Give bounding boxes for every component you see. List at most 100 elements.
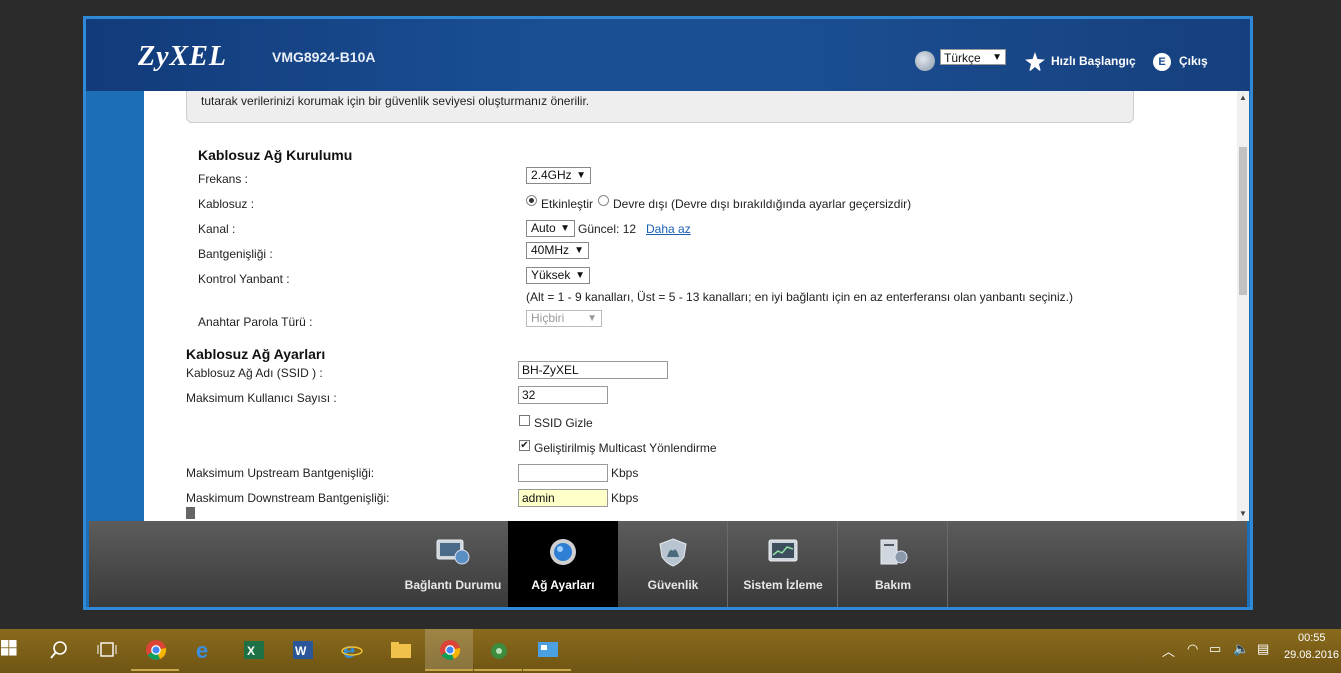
gear-globe-icon xyxy=(550,539,576,565)
dropdown-arrow-icon: ▼ xyxy=(587,313,597,324)
notice-text: tutarak verilerinizi korumak için bir gü… xyxy=(201,94,590,108)
document-icon[interactable] xyxy=(186,507,195,519)
volume-icon[interactable]: 🔈 xyxy=(1233,641,1249,657)
content-scrollbar[interactable]: ▲ ▼ xyxy=(1237,91,1249,521)
upstream-unit: Kbps xyxy=(611,466,639,480)
search-icon xyxy=(50,641,67,659)
chrome-icon xyxy=(440,640,461,660)
control-panel-icon xyxy=(538,642,558,657)
channel-value: Auto xyxy=(531,221,556,235)
content-panel: tutarak verilerinizi korumak için bir gü… xyxy=(144,91,1237,521)
dropdown-arrow-icon: ▼ xyxy=(575,270,585,281)
nav-security[interactable]: Güvenlik xyxy=(618,521,728,607)
internet-explorer-icon: e xyxy=(341,639,363,661)
scroll-up-arrow-icon[interactable]: ▲ xyxy=(1237,91,1249,105)
router-window: ZyXEL VMG8924-B10A Türkçe ▼ Hızlı Başlan… xyxy=(83,16,1253,610)
search-button[interactable] xyxy=(34,629,82,669)
multicast-checkbox[interactable]: ✔ xyxy=(519,440,530,451)
bandwidth-select[interactable]: 40MHz ▼ xyxy=(526,242,589,259)
nav-divider xyxy=(947,521,948,607)
logout-icon[interactable]: E xyxy=(1153,53,1171,71)
channel-label: Kanal : xyxy=(198,222,236,236)
nav-network-settings[interactable]: Ağ Ayarları xyxy=(508,521,618,607)
dropdown-arrow-icon: ▼ xyxy=(576,170,586,181)
edge-icon: e xyxy=(196,639,208,661)
chrome-icon xyxy=(146,640,167,660)
max-users-input[interactable]: 32 xyxy=(518,386,608,404)
nav-label: Ağ Ayarları xyxy=(531,578,595,592)
chevron-up-icon[interactable]: ︿ xyxy=(1162,641,1175,660)
language-value: Türkçe xyxy=(944,51,981,65)
folder-icon xyxy=(391,642,411,658)
downstream-label: Maskimum Downstream Bantgenişliği: xyxy=(186,491,390,505)
dropdown-arrow-icon: ▼ xyxy=(574,245,584,256)
wifi-icon[interactable]: ◠ xyxy=(1187,641,1198,657)
quick-start-link[interactable]: Hızlı Başlangıç xyxy=(1051,54,1136,68)
taskbar-excel[interactable]: X xyxy=(229,629,277,669)
taskbar-internet-explorer[interactable]: e xyxy=(327,629,375,669)
scroll-down-arrow-icon[interactable]: ▼ xyxy=(1237,507,1249,521)
taskbar-app-blue[interactable] xyxy=(523,629,571,671)
quick-start-icon[interactable] xyxy=(1025,52,1045,72)
key-type-select[interactable]: Hiçbiri ▼ xyxy=(526,310,602,327)
current-channel: Güncel: 12 xyxy=(578,222,637,236)
windows-taskbar: e X W e ︿ ◠ ▭ 🔈 ▤ 00:55 29.08.2016 xyxy=(0,629,1341,673)
battery-icon[interactable]: ▭ xyxy=(1209,641,1221,657)
logout-link[interactable]: Çıkış xyxy=(1179,54,1208,68)
dropdown-arrow-icon: ▼ xyxy=(992,52,1002,63)
multicast-label: Geliştirilmiş Multicast Yönlendirme xyxy=(534,441,717,455)
frequency-value: 2.4GHz xyxy=(531,168,572,182)
sideband-value: Yüksek xyxy=(531,268,571,282)
nav-label: Bakım xyxy=(874,578,912,592)
svg-text:e: e xyxy=(343,639,355,661)
sideband-select[interactable]: Yüksek ▼ xyxy=(526,267,590,284)
svg-text:W: W xyxy=(295,644,307,658)
task-view-icon xyxy=(97,642,117,657)
key-type-label: Anahtar Parola Türü : xyxy=(198,315,313,329)
upstream-label: Maksimum Upstream Bantgenişliği: xyxy=(186,466,375,480)
sideband-label: Kontrol Yanbant : xyxy=(198,272,290,286)
frequency-select[interactable]: 2.4GHz ▼ xyxy=(526,167,591,184)
clock-date[interactable]: 29.08.2016 xyxy=(1284,649,1339,661)
taskbar-word[interactable]: W xyxy=(278,629,326,669)
hide-ssid-label: SSID Gizle xyxy=(534,416,593,430)
wireless-enable-radio[interactable] xyxy=(526,195,537,206)
dropdown-arrow-icon: ▼ xyxy=(560,223,570,234)
wireless-label: Kablosuz : xyxy=(198,197,255,211)
nav-label: Güvenlik xyxy=(647,578,699,592)
network-app-icon xyxy=(491,643,507,659)
scroll-thumb[interactable] xyxy=(1239,147,1247,295)
wireless-disable-label: Devre dışı (Devre dışı bırakıldığında ay… xyxy=(613,197,912,211)
nav-system-monitor[interactable]: Sistem İzleme xyxy=(728,521,838,607)
wireless-settings-title: Kablosuz Ağ Ayarları xyxy=(186,346,326,362)
channel-select[interactable]: Auto ▼ xyxy=(526,220,575,237)
model-name: VMG8924-B10A xyxy=(272,49,376,65)
sideband-hint: (Alt = 1 - 9 kanalları, Üst = 5 - 13 kan… xyxy=(526,290,1073,304)
language-select[interactable]: Türkçe ▼ xyxy=(940,49,1006,65)
wireless-disable-radio[interactable] xyxy=(598,195,609,206)
taskbar-edge[interactable]: e xyxy=(180,629,228,669)
upstream-input[interactable] xyxy=(518,464,608,482)
taskbar-chrome-active[interactable] xyxy=(425,629,473,671)
monitor-globe-icon xyxy=(436,539,470,565)
max-users-label: Maksimum Kullanıcı Sayısı : xyxy=(186,391,337,405)
wireless-setup-title: Kablosuz Ağ Kurulumu xyxy=(198,147,353,163)
taskbar-app-green[interactable] xyxy=(474,629,522,671)
word-icon: W xyxy=(293,641,313,659)
taskbar-chrome[interactable] xyxy=(131,629,179,671)
bottom-nav: Bağlantı Durumu Ağ Ayarları Güvenlik Sis… xyxy=(89,521,1247,607)
svg-text:e: e xyxy=(196,639,208,661)
nav-connection-status[interactable]: Bağlantı Durumu xyxy=(398,521,508,607)
ssid-label: Kablosuz Ağ Adı (SSID ) : xyxy=(186,366,323,380)
taskbar-file-explorer[interactable] xyxy=(376,629,424,669)
downstream-input[interactable]: admin xyxy=(518,489,608,507)
less-link[interactable]: Daha az xyxy=(646,222,691,236)
hide-ssid-checkbox[interactable] xyxy=(519,415,530,426)
nav-label: Bağlantı Durumu xyxy=(404,578,502,592)
ssid-input[interactable]: BH-ZyXEL xyxy=(518,361,668,379)
task-view-button[interactable] xyxy=(82,629,130,669)
clock-time[interactable]: 00:55 xyxy=(1298,632,1326,644)
excel-icon: X xyxy=(244,641,264,659)
nav-maintenance[interactable]: Bakım xyxy=(838,521,948,607)
notifications-icon[interactable]: ▤ xyxy=(1257,641,1269,657)
